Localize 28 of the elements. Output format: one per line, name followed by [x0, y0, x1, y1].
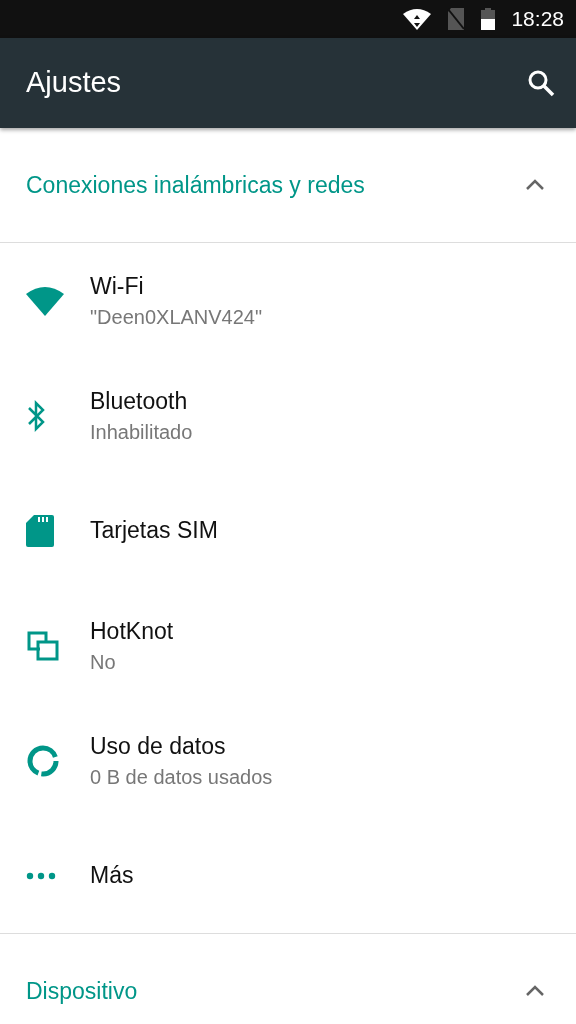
item-title: Tarjetas SIM — [90, 516, 218, 546]
settings-item[interactable]: HotKnot No — [0, 588, 576, 703]
battery-icon — [481, 8, 496, 30]
item-summary: Inhabilitado — [90, 419, 193, 445]
settings-item[interactable]: Uso de datos 0 B de datos usados — [0, 703, 576, 818]
sim-card-icon — [26, 514, 54, 547]
item-title: Wi-Fi — [90, 272, 145, 302]
no-sim-icon — [447, 8, 466, 30]
settings-item[interactable]: Wi-Fi "Deen0XLANV424" — [0, 243, 576, 358]
settings-item[interactable]: Bluetooth Inhabilitado — [0, 358, 576, 473]
item-title: Uso de datos — [90, 732, 227, 762]
item-summary: "Deen0XLANV424" — [90, 304, 263, 330]
settings-item[interactable]: Tarjetas SIM — [0, 473, 576, 588]
section-header: Dispositivo — [26, 976, 138, 1006]
item-summary: 0 B de datos usados — [90, 764, 273, 790]
app-title: Ajustes — [26, 65, 122, 101]
data-usage-icon — [26, 743, 60, 778]
item-title: Más — [90, 861, 134, 891]
more-icon — [26, 871, 56, 880]
wifi-icon — [26, 285, 64, 316]
item-summary: No — [90, 649, 117, 675]
section-header: Conexiones inalámbricas y redes — [26, 170, 365, 200]
wifi-signal-icon — [403, 8, 432, 30]
status-time: 18:28 — [511, 6, 564, 33]
settings-item[interactable]: Más — [0, 818, 576, 933]
overlapping-squares-icon — [26, 629, 60, 662]
item-title: Bluetooth — [90, 387, 189, 417]
item-title: HotKnot — [90, 617, 174, 647]
